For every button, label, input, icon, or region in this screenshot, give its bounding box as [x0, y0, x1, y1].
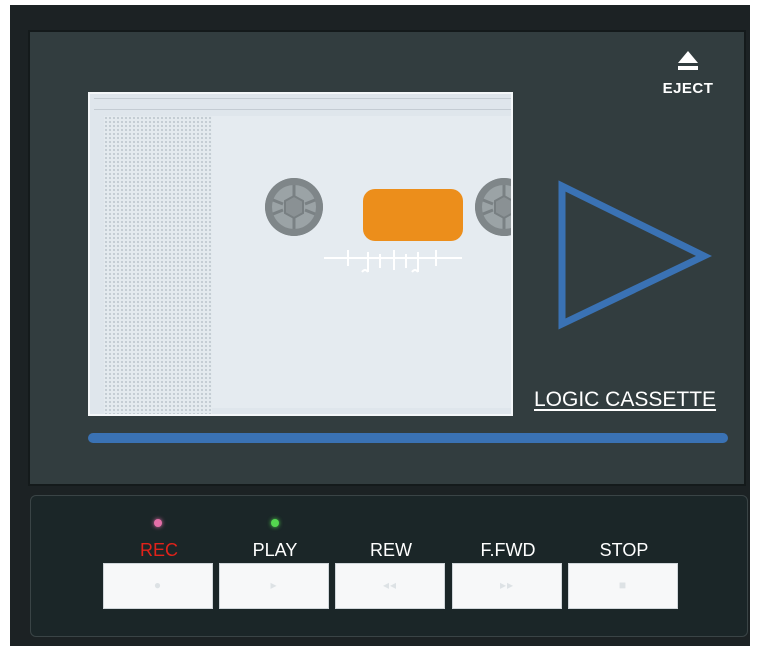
play-icon: ▸ — [270, 578, 278, 592]
rec-button[interactable]: ● — [103, 563, 213, 609]
stop-button[interactable]: ■ — [568, 563, 678, 609]
rew-label: REW — [370, 540, 412, 560]
stop-label: STOP — [599, 540, 649, 560]
play-triangle-icon — [558, 180, 712, 330]
rec-led-indicator — [154, 519, 162, 527]
play-button[interactable]: ▸ — [219, 563, 329, 609]
stop-icon: ■ — [618, 578, 628, 592]
cassette-edge-lines — [94, 98, 511, 110]
tape-window — [363, 189, 463, 241]
rew-button[interactable]: ◂◂ — [335, 563, 445, 609]
play-label: PLAY — [252, 540, 298, 560]
play-led-indicator — [271, 519, 279, 527]
rewind-icon: ◂◂ — [382, 578, 398, 592]
cassette-label-strip — [104, 116, 212, 414]
rec-label: REC — [139, 540, 178, 560]
tape-progress-bar — [88, 433, 728, 443]
tape-guide-icon — [324, 250, 462, 273]
fast-forward-icon: ▸▸ — [499, 578, 515, 592]
eject-button[interactable]: EJECT — [656, 50, 720, 100]
record-icon: ● — [153, 578, 163, 592]
ffwd-label: F.FWD — [480, 540, 536, 560]
cassette[interactable] — [88, 92, 513, 416]
left-reel-icon — [265, 178, 323, 236]
eject-label: EJECT — [662, 80, 714, 97]
ffwd-button[interactable]: ▸▸ — [452, 563, 562, 609]
brand-label: LOGIC CASSETTE — [534, 388, 717, 411]
eject-icon — [678, 51, 698, 70]
